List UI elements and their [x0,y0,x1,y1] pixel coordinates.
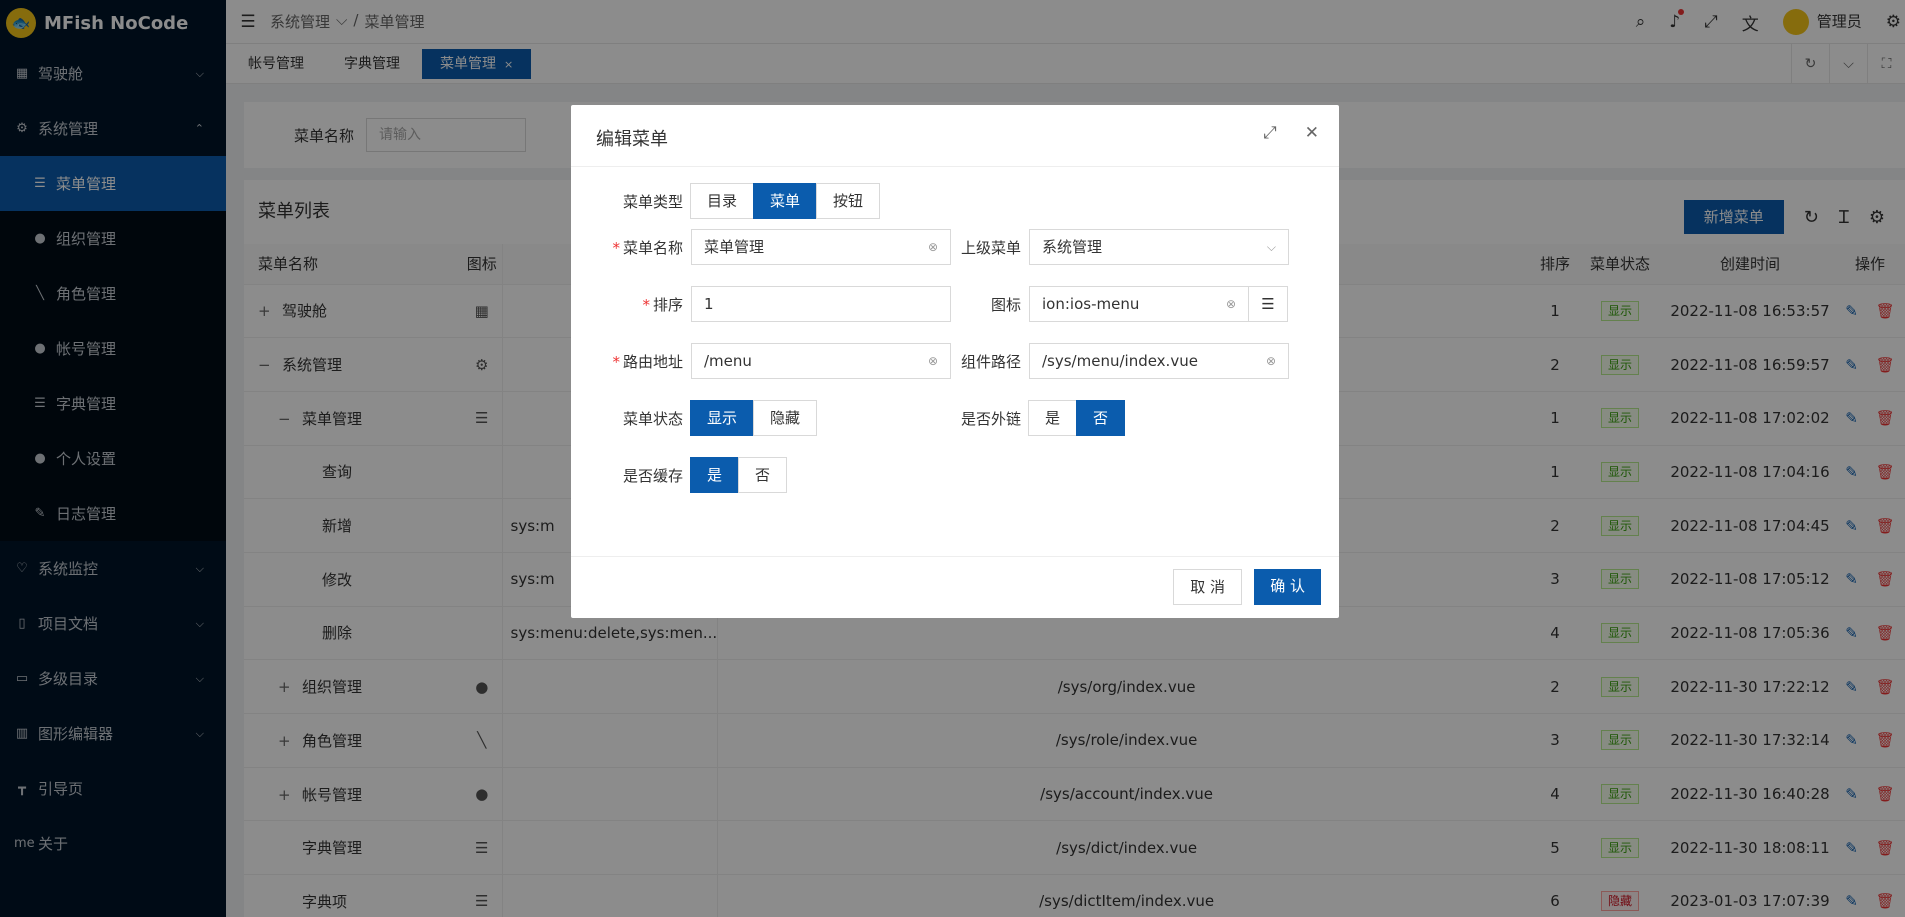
parent-row: 上级菜单 系统管理 ⌵ [919,229,1289,265]
status-option-show[interactable]: 显示 [690,400,755,436]
modal-header: 编辑菜单 ⤢ ✕ [571,105,1339,167]
modal-header-actions: ⤢ ✕ [1263,123,1319,143]
external-option-yes[interactable]: 是 [1028,400,1078,436]
status-option-hide[interactable]: 隐藏 [753,400,818,436]
icon-picker-button[interactable]: ☰ [1248,286,1288,322]
name-value: 菜单管理 [704,238,765,256]
cancel-button[interactable]: 取 消 [1173,569,1242,605]
name-label-text: 菜单名称 [622,238,683,257]
name-row: * 菜单名称 菜单管理 ⊗ [571,229,951,265]
route-label-text: 路由地址 [622,352,683,371]
route-row: * 路由地址 /menu ⊗ [571,343,951,379]
status-radio-group: 显示 隐藏 [690,400,818,436]
parent-select[interactable]: 系统管理 ⌵ [1029,229,1289,265]
type-option-directory[interactable]: 目录 [690,183,755,219]
component-label: 组件路径 [960,352,1021,371]
icon-row: 图标 ion:ios-menu ⊗ ☰ [919,286,1288,322]
parent-label: 上级菜单 [960,238,1021,257]
status-row: 菜单状态 显示 隐藏 [571,400,818,436]
name-label: * 菜单名称 [571,237,691,258]
external-label: 是否外链 [960,409,1021,428]
parent-value: 系统管理 [1042,238,1103,256]
external-radio-group: 是 否 [1028,400,1126,436]
type-option-menu[interactable]: 菜单 [753,183,818,219]
icon-input[interactable]: ion:ios-menu ⊗ [1029,286,1249,322]
type-row: 菜单类型 目录 菜单 按钮 [571,183,881,219]
icon-value: ion:ios-menu [1042,295,1140,313]
type-option-button[interactable]: 按钮 [816,183,881,219]
sort-label-text: 排序 [652,295,683,314]
cache-label: 是否缓存 [622,466,683,485]
cache-row: 是否缓存 是 否 [571,457,788,493]
edit-menu-modal: 编辑菜单 ⤢ ✕ 菜单类型 目录 菜单 按钮 * 菜单名称 菜单管理 ⊗ 上级菜单 … [571,105,1339,618]
name-input[interactable]: 菜单管理 ⊗ [691,229,951,265]
route-label: * 路由地址 [571,351,691,372]
route-input[interactable]: /menu ⊗ [691,343,951,379]
modal-footer: 取 消 确 认 [571,556,1339,618]
confirm-button[interactable]: 确 认 [1254,569,1321,605]
component-value: /sys/menu/index.vue [1042,352,1198,370]
menu-icon: ☰ [1261,295,1275,313]
modal-title: 编辑菜单 [596,129,668,150]
external-row: 是否外链 是 否 [919,400,1126,436]
required-mark: * [612,352,620,371]
external-option-no[interactable]: 否 [1076,400,1126,436]
close-icon[interactable]: ✕ [1305,123,1319,143]
sort-input[interactable]: 1 [691,286,951,322]
clear-icon[interactable]: ⊗ [1266,344,1276,378]
required-mark: * [612,238,620,257]
sort-label: * 排序 [571,294,691,315]
status-label: 菜单状态 [622,409,683,428]
icon-label: 图标 [990,295,1021,314]
route-value: /menu [704,352,752,370]
cache-radio-group: 是 否 [690,457,788,493]
type-radio-group: 目录 菜单 按钮 [690,183,881,219]
type-label: 菜单类型 [622,192,683,211]
clear-icon[interactable]: ⊗ [1226,287,1236,321]
sort-row: * 排序 1 [571,286,951,322]
required-mark: * [642,295,650,314]
fullscreen-icon[interactable]: ⤢ [1263,123,1277,143]
component-input[interactable]: /sys/menu/index.vue ⊗ [1029,343,1289,379]
cache-option-no[interactable]: 否 [738,457,788,493]
component-row: 组件路径 /sys/menu/index.vue ⊗ [919,343,1289,379]
chevron-down-icon: ⌵ [1266,240,1276,254]
cache-option-yes[interactable]: 是 [690,457,740,493]
